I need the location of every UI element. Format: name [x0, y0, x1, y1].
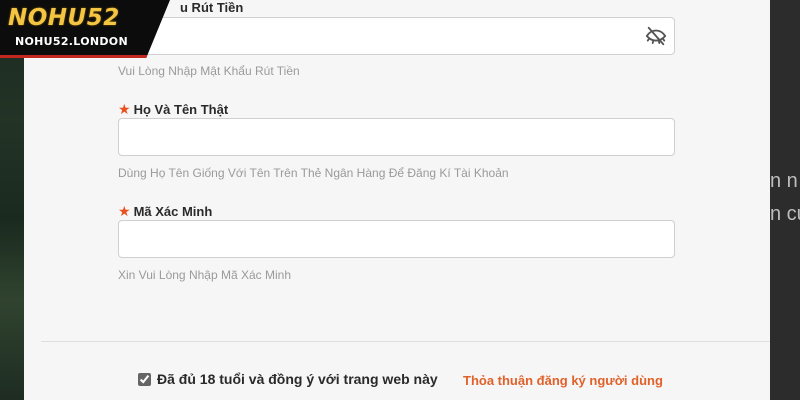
verification-code-input[interactable]	[118, 220, 675, 258]
withdraw-password-label-text: u Rút Tiền	[180, 0, 244, 15]
real-name-label-text: Họ Và Tên Thật	[133, 102, 229, 117]
logo-brand-name: NOHU52	[8, 5, 120, 31]
withdraw-password-label: u Rút Tiền	[180, 0, 243, 15]
verification-code-label-text: Mã Xác Minh	[133, 204, 213, 219]
registration-panel	[24, 0, 770, 400]
real-name-hint: Dùng Họ Tên Giống Với Tên Trên Thẻ Ngân …	[118, 166, 509, 180]
required-star-icon: ★	[118, 101, 131, 117]
real-name-input[interactable]	[118, 118, 675, 156]
agreement-row[interactable]: Đã đủ 18 tuổi và đồng ý với trang web nà…	[138, 371, 438, 387]
user-agreement-link[interactable]: Thỏa thuận đăng ký người dùng	[463, 373, 663, 388]
logo-domain: NOHU52.LONDON	[15, 35, 128, 48]
divider	[41, 341, 770, 342]
background-stadium-left	[0, 0, 24, 400]
background-text: n n	[770, 170, 798, 192]
brand-logo[interactable]: NOHU52 NOHU52.LONDON	[0, 0, 170, 58]
agreement-text: Đã đủ 18 tuổi và đồng ý với trang web nà…	[157, 371, 438, 387]
eye-off-icon[interactable]	[645, 25, 667, 47]
withdraw-password-input[interactable]	[118, 17, 675, 55]
required-star-icon: ★	[118, 203, 131, 219]
withdraw-password-hint: Vui Lòng Nhập Mật Khẩu Rút Tiền	[118, 64, 300, 78]
verification-code-label: ★ Mã Xác Minh	[118, 203, 212, 220]
agreement-checkbox[interactable]	[138, 372, 151, 386]
real-name-label: ★ Họ Và Tên Thật	[118, 101, 228, 118]
background-right: n n n cử	[770, 0, 800, 400]
background-text: n cử	[770, 203, 800, 225]
verification-code-hint: Xin Vui Lòng Nhập Mã Xác Minh	[118, 268, 291, 282]
